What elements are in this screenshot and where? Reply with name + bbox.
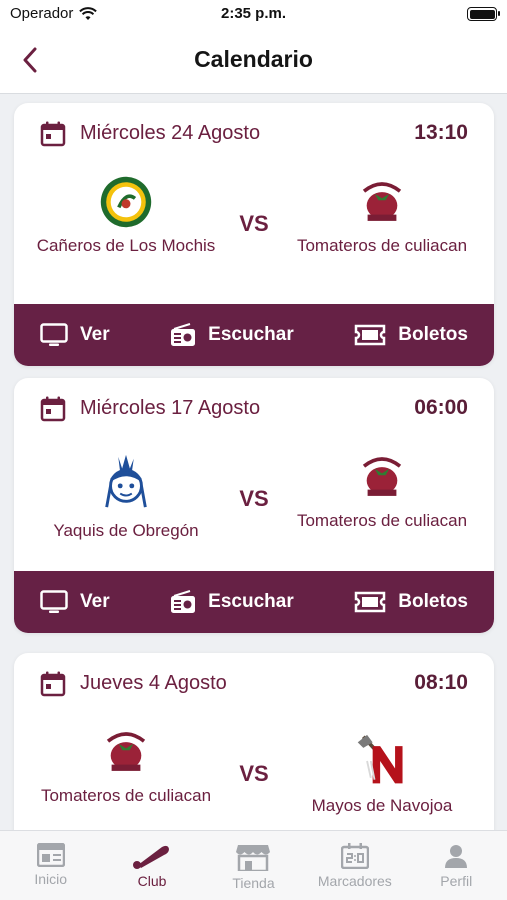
- game-card[interactable]: Miércoles 17 Agosto 06:00 Yaquis de Obre…: [14, 378, 494, 633]
- tomateros-logo: [362, 457, 402, 496]
- calendar-icon: [40, 396, 66, 422]
- tv-icon: [40, 323, 68, 346]
- ticket-icon: [355, 591, 386, 613]
- tab-tienda[interactable]: Tienda: [203, 831, 303, 900]
- tickets-label: Boletos: [398, 324, 468, 345]
- away-team[interactable]: Mayos de Navojoa: [282, 733, 482, 816]
- scoreboard-icon: [340, 843, 369, 869]
- home-team-name: Cañeros de Los Mochis: [36, 236, 216, 255]
- watch-button[interactable]: Ver: [40, 590, 110, 614]
- home-team-name: Tomateros de culiacan: [40, 786, 212, 805]
- tab-perfil[interactable]: Perfil: [406, 831, 506, 900]
- home-team-name: Yaquis de Obregón: [53, 521, 199, 540]
- game-card[interactable]: Miércoles 24 Agosto 13:10 Cañeros de Los…: [14, 103, 494, 366]
- game-date: Miércoles 24 Agosto: [80, 122, 261, 144]
- tab-label: Tienda: [232, 875, 275, 891]
- store-icon: [236, 845, 271, 871]
- away-team[interactable]: Tomateros de culiacan: [282, 450, 482, 531]
- battery-icon: [467, 7, 500, 21]
- listen-label: Escuchar: [208, 324, 294, 345]
- listen-button[interactable]: Escuchar: [170, 323, 294, 347]
- tab-bar: Inicio Club Tienda Marcadores Perfil: [0, 830, 507, 900]
- listen-button[interactable]: Escuchar: [170, 590, 294, 614]
- games-list[interactable]: Miércoles 24 Agosto 13:10 Cañeros de Los…: [0, 95, 507, 830]
- mayos-logo: [357, 734, 403, 784]
- tickets-button[interactable]: Boletos: [354, 324, 468, 346]
- watch-label: Ver: [80, 324, 110, 345]
- game-actions: Ver Escuchar Boletos: [14, 571, 494, 633]
- page-title: Calendario: [194, 46, 313, 72]
- watch-label: Ver: [80, 591, 110, 612]
- tab-label: Perfil: [440, 873, 473, 889]
- clock: 2:35 p.m.: [220, 5, 287, 22]
- tab-label: Club: [137, 873, 167, 889]
- away-team-name: Tomateros de culiacan: [296, 511, 468, 530]
- away-team-name: Mayos de Navojoa: [311, 796, 453, 815]
- calendar-icon: [40, 121, 66, 147]
- radio-icon: [171, 590, 196, 613]
- game-time: 13:10: [414, 121, 468, 144]
- baseball-bat-icon: [133, 845, 170, 869]
- game-card[interactable]: Jueves 4 Agosto 08:10 Tomateros de culia…: [14, 653, 494, 830]
- tab-label: Inicio: [34, 871, 68, 887]
- tab-inicio[interactable]: Inicio: [1, 831, 101, 900]
- person-icon: [445, 845, 468, 868]
- tab-club[interactable]: Club: [102, 831, 202, 900]
- tomateros-logo: [362, 182, 402, 221]
- away-team[interactable]: Tomateros de culiacan: [282, 175, 482, 256]
- tickets-label: Boletos: [398, 591, 468, 612]
- tab-marcadores[interactable]: Marcadores: [305, 831, 405, 900]
- radio-icon: [171, 323, 196, 346]
- tickets-button[interactable]: Boletos: [354, 591, 468, 613]
- watch-button[interactable]: Ver: [40, 323, 110, 347]
- game-date: Miércoles 17 Agosto: [80, 397, 261, 419]
- tv-icon: [40, 590, 68, 613]
- game-date: Jueves 4 Agosto: [80, 672, 227, 694]
- game-actions: Ver Escuchar Boletos: [14, 304, 494, 366]
- status-bar: Operador 2:35 p.m.: [0, 0, 507, 30]
- calendar-icon: [40, 671, 66, 697]
- away-team-name: Tomateros de culiacan: [296, 236, 468, 255]
- game-time: 06:00: [414, 396, 468, 419]
- game-time: 08:10: [414, 671, 468, 694]
- tab-label: Marcadores: [317, 873, 392, 889]
- news-icon: [36, 843, 65, 867]
- ticket-icon: [355, 324, 386, 346]
- navigation-bar: Calendario: [0, 30, 507, 94]
- listen-label: Escuchar: [208, 591, 294, 612]
